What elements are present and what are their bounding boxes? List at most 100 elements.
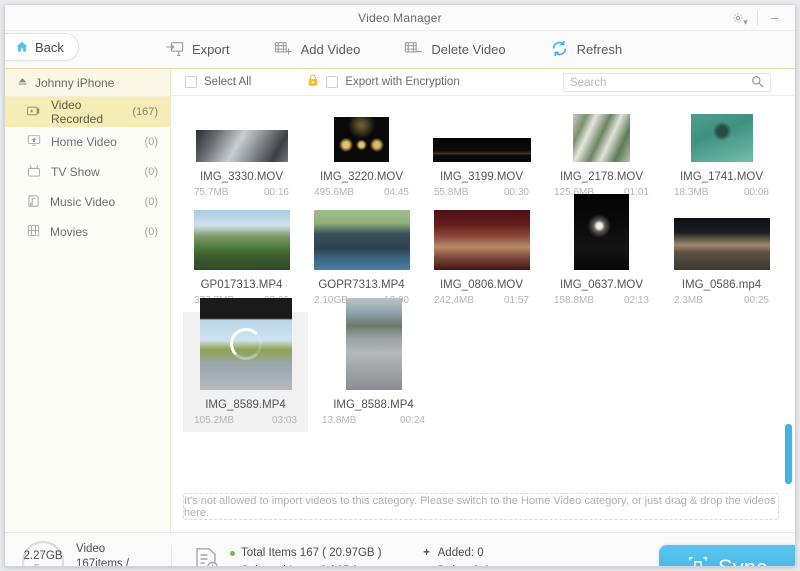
export-encryption-control[interactable]: Export with Encryption xyxy=(307,74,460,90)
search-icon[interactable] xyxy=(751,75,764,91)
sidebar-item-tv-show[interactable]: TV Show (0) xyxy=(5,157,170,187)
sync-button[interactable]: Sync xyxy=(659,545,795,566)
video-item[interactable]: GOPR7313.MP42.10GB12:00 xyxy=(303,204,420,312)
video-duration: 00:30 xyxy=(503,187,529,198)
info-document-icon xyxy=(194,547,220,566)
export-label: Export xyxy=(192,42,230,57)
video-item[interactable]: GP017313.MP4377.7MB02:06 xyxy=(183,204,300,312)
video-duration: 01:57 xyxy=(503,295,529,306)
video-thumbnail-box xyxy=(426,100,537,162)
video-filename: IMG_1741.MOV xyxy=(679,171,764,183)
video-meta: 242.4MB 01:57 xyxy=(426,295,537,306)
video-thumbnail xyxy=(193,210,290,270)
export-button[interactable]: Export xyxy=(165,40,230,60)
export-encryption-checkbox[interactable] xyxy=(326,76,339,88)
refresh-button[interactable]: Refresh xyxy=(550,39,622,61)
video-filename: IMG_3199.MOV xyxy=(439,171,524,183)
video-thumbnail xyxy=(690,114,753,162)
back-button[interactable]: Back xyxy=(5,33,79,61)
video-size: 18.3MB xyxy=(674,187,709,198)
video-thumbnail xyxy=(195,130,288,162)
import-notice-text: It's not allowed to import videos to thi… xyxy=(184,494,776,519)
minimize-icon[interactable] xyxy=(761,5,787,31)
video-thumbnail-box xyxy=(666,208,777,270)
video-grid-scroll-area[interactable]: IMG_3330.MOV 75.7MB 00:16 IMG_3220.MOV 495.6… xyxy=(171,96,795,483)
sidebar-item-movies[interactable]: Movies (0) xyxy=(5,217,170,247)
video-thumbnail-box xyxy=(666,100,777,162)
added-sign: + xyxy=(423,547,430,559)
video-item[interactable]: IMG_3199.MOV 55.8MB 00:30 xyxy=(423,96,540,204)
sidebar-count-music-video: (0) xyxy=(144,196,158,208)
video-item[interactable]: IMG_3220.MOV 495.6MB 04:45 xyxy=(303,96,420,204)
video-filename: GOPR7313.MP4 xyxy=(318,279,405,291)
video-item[interactable]: IMG_1741.MOV 18.3MB 00:08 xyxy=(663,96,780,204)
video-item[interactable]: IMG_3330.MOV 75.7MB 00:16 xyxy=(183,96,300,204)
video-item[interactable]: IMG_8589.MP4 105.2MB 03:03 xyxy=(183,298,308,432)
sidebar-item-music-video[interactable]: Music Video (0) xyxy=(5,187,170,217)
vertical-scrollbar[interactable] xyxy=(784,99,792,484)
video-manager-window: Video Manager ▾ Back Export Add Video De… xyxy=(4,4,796,567)
video-filename: IMG_0637.MOV xyxy=(559,279,644,291)
video-duration: 04:45 xyxy=(383,187,409,198)
add-video-button[interactable]: Add Video xyxy=(274,40,361,60)
video-item[interactable]: IMG_0806.MOV 242.4MB 01:57 xyxy=(423,204,540,312)
title-bar: Video Manager ▾ xyxy=(5,5,795,31)
device-header[interactable]: Johnny iPhone xyxy=(5,69,170,97)
search-box[interactable] xyxy=(563,73,771,92)
video-grid-row: GP017313.MP4377.7MB02:06 GOPR7313.MP4 2.10… xyxy=(183,194,783,312)
video-filename: IMG_8588.MP4 xyxy=(333,399,414,411)
search-input[interactable] xyxy=(570,76,751,89)
select-all-checkbox[interactable] xyxy=(185,76,197,88)
refresh-icon xyxy=(550,39,569,61)
sync-icon xyxy=(687,554,709,566)
video-grid-row: IMG_3330.MOV 75.7MB 00:16 IMG_3220.MOV 495.6… xyxy=(183,96,783,204)
video-grid-row: IMG_8589.MP4 105.2MB 03:03 IMG_8588.MP4 13.8… xyxy=(183,298,783,432)
video-item[interactable]: IMG_0586.mp4 2.3MB 00:25 xyxy=(663,204,780,312)
selected-items-label: Selected Items 0 ( 0B ) xyxy=(241,565,358,566)
loading-spinner-icon xyxy=(229,328,262,360)
main-toolbar: Back Export Add Video Delete Video Refre… xyxy=(5,31,795,69)
import-notice: It's not allowed to import videos to thi… xyxy=(183,493,779,520)
video-recorded-icon xyxy=(27,105,41,120)
video-meta: 2.3MB 00:25 xyxy=(666,295,777,306)
home-video-icon xyxy=(27,134,41,150)
video-size: 2.10GB xyxy=(314,295,348,306)
eject-icon xyxy=(17,76,28,90)
change-counts: + Added: 0 − Deleted: 0 xyxy=(382,544,490,566)
video-size: 75.7MB xyxy=(194,187,229,198)
storage-free-label: Free xyxy=(19,563,67,566)
delete-video-button[interactable]: Delete Video xyxy=(404,40,506,60)
video-thumbnail-box xyxy=(306,208,417,270)
added-label: Added: 0 xyxy=(437,547,484,559)
video-thumbnail-box xyxy=(314,298,433,390)
video-size: 2.3MB xyxy=(674,295,703,306)
add-video-label: Add Video xyxy=(300,42,361,57)
video-size: 105.2MB xyxy=(194,415,235,426)
select-all-control[interactable]: Select All xyxy=(185,76,251,88)
sidebar-item-home-video[interactable]: Home Video (0) xyxy=(5,127,170,157)
video-thumbnail-box xyxy=(306,100,417,162)
video-item[interactable]: IMG_0637.MOV 158.8MB 02:13 xyxy=(543,194,660,312)
video-duration: 02:13 xyxy=(623,295,649,306)
lock-icon xyxy=(307,74,319,90)
video-item[interactable]: IMG_2178.MOV 125.6MB 01:01 xyxy=(543,96,660,204)
video-size: 495.6MB xyxy=(314,187,355,198)
main-body: Johnny iPhone Video Recorded (167) Home … xyxy=(5,69,795,532)
video-thumbnail-box xyxy=(186,298,305,390)
deleted-label: Deleted: 0 xyxy=(438,565,490,566)
video-thumbnail xyxy=(199,298,292,390)
video-item[interactable]: IMG_8588.MP4 13.8MB 00:24 xyxy=(311,298,436,432)
video-size: 158.8MB xyxy=(554,295,595,306)
video-filename: IMG_8589.MP4 xyxy=(205,399,286,411)
video-thumbnail-box xyxy=(546,100,657,162)
video-meta: 18.3MB 00:08 xyxy=(666,187,777,198)
scrollbar-thumb[interactable] xyxy=(785,424,792,484)
sidebar-label-movies: Movies xyxy=(50,225,89,239)
select-all-label: Select All xyxy=(204,76,252,88)
control-divider xyxy=(757,11,758,25)
add-video-icon xyxy=(274,40,293,60)
settings-gear-icon[interactable]: ▾ xyxy=(728,5,754,31)
video-duration: 00:24 xyxy=(399,415,425,426)
video-duration: 00:25 xyxy=(743,295,769,306)
sidebar-item-video-recorded[interactable]: Video Recorded (167) xyxy=(5,97,170,127)
